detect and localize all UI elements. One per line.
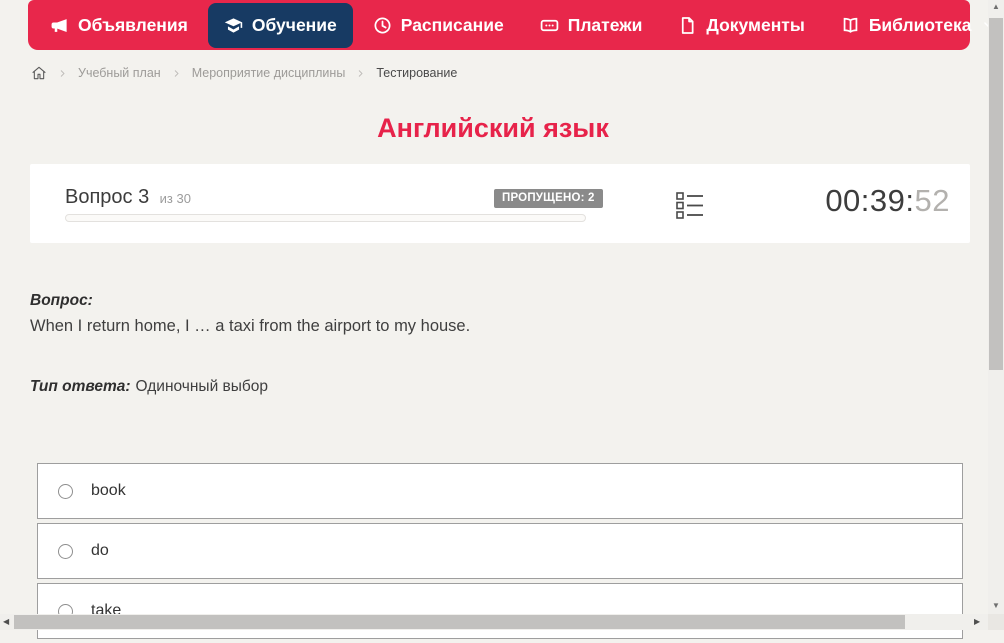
question-total: из 30 [159, 191, 191, 206]
question-list-icon[interactable] [675, 190, 705, 221]
scroll-right-arrow[interactable]: ▶ [974, 614, 980, 630]
question-number: Вопрос 3 [65, 186, 150, 208]
scroll-down-arrow[interactable]: ▼ [988, 601, 1004, 610]
scrollbar-corner [988, 614, 1004, 630]
document-icon [678, 16, 697, 35]
nav-item-library[interactable]: Библиотека [825, 3, 1004, 48]
home-icon[interactable] [31, 65, 47, 81]
vertical-scrollbar-thumb[interactable] [989, 18, 1003, 370]
question-card: Вопрос 3 из 30 ПРОПУЩЕНО: 2 00:39:52 [30, 164, 970, 243]
vertical-scrollbar[interactable]: ▲ ▼ [988, 0, 1004, 614]
screen: Объявления Обучение Расписание Платежи Д… [0, 0, 1004, 639]
breadcrumb-item-testing: Тестирование [376, 66, 458, 80]
nav-item-label: Расписание [400, 14, 504, 35]
radio-button[interactable] [58, 483, 73, 499]
breadcrumb-item-curriculum[interactable]: Учебный план [78, 66, 161, 80]
breadcrumb-item-discipline-event[interactable]: Мероприятие дисциплины [192, 66, 346, 80]
scroll-up-arrow[interactable]: ▲ [988, 2, 1004, 11]
page-title: Английский язык [377, 113, 609, 143]
answer-option-book[interactable]: book [37, 463, 963, 519]
clock-icon [373, 16, 392, 35]
answer-option-do[interactable]: do [37, 523, 963, 579]
progress-bar [65, 214, 586, 222]
graduation-cap-icon [224, 16, 243, 35]
answer-type-value: Одиночный выбор [135, 378, 269, 395]
horizontal-scrollbar-thumb[interactable] [14, 615, 905, 629]
answer-type-line: Тип ответа: Одиночный выбор [30, 378, 268, 396]
timer-hours-minutes: 00:39: [825, 183, 915, 218]
top-navigation: Объявления Обучение Расписание Платежи Д… [28, 0, 995, 50]
question-counter: Вопрос 3 из 30 [65, 186, 191, 209]
breadcrumb: Учебный план Мероприятие дисциплины Тест… [31, 63, 457, 83]
nav-item-education[interactable]: Обучение [207, 2, 353, 48]
nav-item-label: Обучение [251, 14, 337, 35]
nav-item-payments[interactable]: Платежи [524, 3, 659, 48]
chevron-right-icon [172, 69, 181, 78]
scroll-left-arrow[interactable]: ◀ [3, 614, 9, 630]
nav-item-announcements[interactable]: Объявления [34, 3, 204, 48]
answer-option-take[interactable]: take [37, 583, 963, 639]
nav-item-documents[interactable]: Документы [662, 3, 820, 48]
answer-option-label: book [91, 482, 126, 499]
answer-type-label: Тип ответа: [30, 378, 131, 395]
payment-card-icon [540, 16, 559, 35]
nav-item-label: Документы [706, 14, 805, 35]
nav-item-label: Платежи [567, 14, 643, 35]
open-book-icon [841, 16, 860, 35]
question-text: When I return home, I … a taxi from the … [30, 317, 471, 335]
timer: 00:39:52 [825, 183, 950, 219]
megaphone-icon [50, 16, 69, 35]
question-prompt-label: Вопрос: [30, 292, 93, 309]
radio-button[interactable] [58, 543, 73, 559]
chevron-right-icon [58, 69, 67, 78]
skipped-badge: ПРОПУЩЕНО: 2 [494, 189, 603, 208]
nav-item-label: Библиотека [868, 14, 972, 35]
answer-option-label: do [91, 542, 109, 559]
timer-seconds: 52 [914, 183, 950, 218]
nav-item-label: Объявления [78, 14, 188, 35]
nav-item-schedule[interactable]: Расписание [357, 3, 520, 48]
horizontal-scrollbar[interactable]: ◀ ▶ [0, 614, 988, 630]
chevron-right-icon [356, 69, 365, 78]
